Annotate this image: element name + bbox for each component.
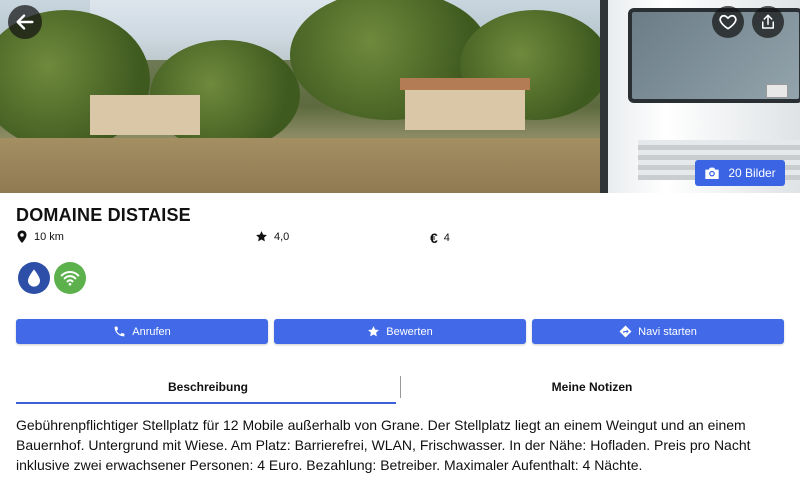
star-icon (368, 326, 380, 337)
photo-truck-plate (766, 84, 788, 98)
hero-photo[interactable]: 20 Bilder (0, 0, 800, 193)
photo-house (90, 95, 200, 135)
wifi-service-badge (54, 262, 86, 294)
description-text: Gebührenpflichtiger Stellplatz für 12 Mo… (16, 417, 751, 473)
call-label: Anrufen (132, 325, 171, 338)
photo-roof (400, 78, 530, 90)
photo-house (405, 88, 525, 130)
phone-icon (114, 326, 125, 337)
price-info: € 4 (430, 230, 450, 246)
euro-icon: € (430, 230, 438, 246)
water-drop-icon (28, 269, 40, 287)
star-icon (256, 231, 267, 242)
rating-info: 4,0 (255, 230, 289, 243)
tab-description[interactable]: Beschreibung (16, 376, 400, 406)
arrow-left-icon (16, 14, 34, 30)
heart-icon (719, 14, 737, 30)
share-icon (762, 14, 774, 29)
tab-notes[interactable]: Meine Notizen (400, 376, 784, 406)
distance-info: 10 km (16, 230, 64, 244)
action-buttons: Anrufen Bewerten Navi starten (16, 319, 784, 344)
back-button[interactable] (8, 5, 42, 39)
rating-value: 4,0 (274, 230, 290, 243)
photo-ground (0, 138, 620, 193)
water-service-badge (18, 262, 50, 294)
photo-count-button[interactable]: 20 Bilder (695, 160, 785, 186)
camera-icon (705, 167, 719, 179)
navigate-label: Navi starten (638, 325, 697, 338)
tab-description-label: Beschreibung (167, 380, 248, 394)
navigate-button[interactable]: Navi starten (532, 319, 784, 344)
distance-value: 10 km (34, 231, 64, 243)
active-tab-indicator (16, 402, 396, 404)
price-value: 4 (443, 232, 450, 244)
directions-icon (619, 325, 632, 338)
favorite-button[interactable] (712, 6, 744, 38)
service-icons (18, 262, 86, 294)
location-pin-icon (17, 230, 27, 243)
place-title: DOMAINE DISTAISE (16, 205, 191, 225)
photo-count-label: 20 Bilder (728, 166, 776, 180)
rate-button[interactable]: Bewerten (274, 319, 526, 344)
wifi-icon (60, 271, 80, 286)
content-tabs: Beschreibung Meine Notizen (16, 376, 784, 406)
share-button[interactable] (752, 6, 784, 38)
call-button[interactable]: Anrufen (16, 319, 268, 344)
rate-label: Bewerten (386, 325, 433, 338)
tab-notes-label: Meine Notizen (551, 380, 633, 394)
